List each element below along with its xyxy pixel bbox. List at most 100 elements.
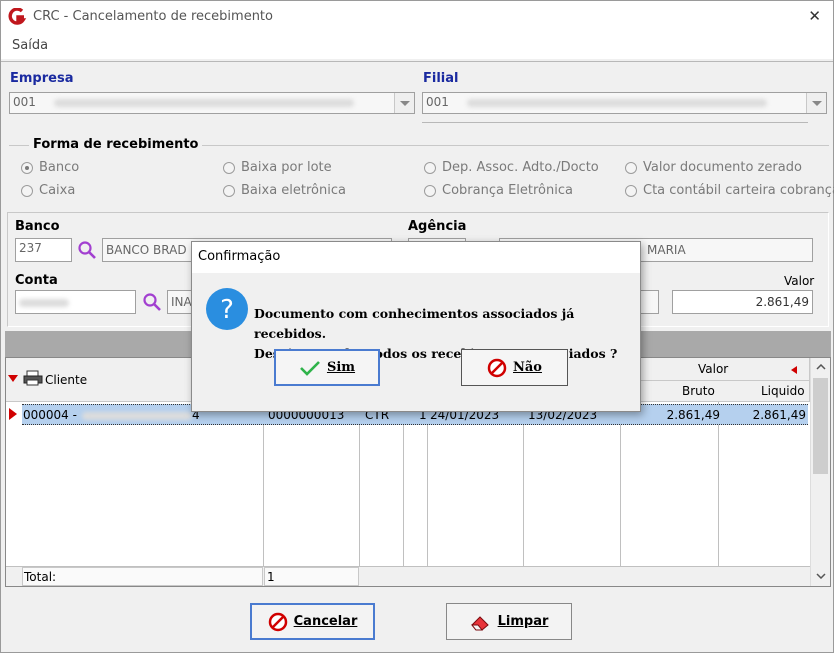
radio-label: Caixa <box>39 183 76 198</box>
radio-label: Cta contábil carteira cobrança <box>643 183 834 198</box>
search-icon[interactable] <box>142 292 162 312</box>
confirmation-dialog: Confirmação ? Documento com conhecimento… <box>191 241 641 412</box>
row-bruto: 2.861,49 <box>666 408 720 422</box>
radio-circle <box>625 161 637 174</box>
empresa-dropdown-button[interactable] <box>394 93 414 113</box>
col-cliente[interactable]: Cliente <box>45 373 87 387</box>
question-icon: ? <box>206 288 248 330</box>
col-sep <box>263 402 264 566</box>
radio-circle <box>625 184 637 197</box>
sim-label: Sim <box>326 360 356 375</box>
radio-label: Cobrança Eletrônica <box>442 183 573 198</box>
redacted-text <box>19 299 69 307</box>
scroll-down-icon[interactable] <box>816 573 826 579</box>
dialog-title: Confirmação <box>192 242 640 273</box>
radio-baixa-por-lote[interactable]: Baixa por lote <box>223 160 332 175</box>
radio-valor-zerado[interactable]: Valor documento zerado <box>625 160 802 175</box>
close-icon[interactable]: ✕ <box>808 7 821 25</box>
printer-icon[interactable] <box>23 370 43 386</box>
divider <box>422 122 808 123</box>
total-count: 1 <box>267 570 275 584</box>
radio-circle <box>424 161 436 174</box>
search-icon[interactable] <box>77 240 97 260</box>
valor-field[interactable]: 2.861,49 <box>672 290 813 314</box>
conta-input[interactable] <box>15 290 136 314</box>
radio-label: Baixa por lote <box>241 160 332 175</box>
cancelar-button[interactable]: Cancelar <box>250 603 375 640</box>
radio-baixa-eletronica[interactable]: Baixa eletrônica <box>223 183 346 198</box>
scroll-up-icon[interactable] <box>816 364 826 370</box>
eraser-icon <box>470 615 489 630</box>
nao-button[interactable]: Não <box>461 349 568 386</box>
radio-label: Baixa eletrônica <box>241 183 346 198</box>
vertical-scrollbar[interactable] <box>810 358 830 586</box>
app-logo-icon <box>8 8 27 25</box>
menu-bar: Saída <box>1 33 833 59</box>
redacted-text <box>53 98 354 107</box>
title-bar: CRC - Cancelamento de recebimento ✕ <box>1 1 833 33</box>
cancel-icon <box>268 612 287 631</box>
radio-label: Banco <box>39 160 80 175</box>
row-liquido: 2.861,49 <box>752 408 806 422</box>
col-sep <box>359 402 360 566</box>
banco-label: Banco <box>15 219 60 234</box>
nao-label: Não <box>513 360 542 375</box>
chevron-down-icon <box>399 100 410 106</box>
col-valor: Valor <box>698 362 729 376</box>
cancelar-label: Cancelar <box>293 614 358 629</box>
radio-label: Dep. Assoc. Adto./Docto <box>442 160 599 175</box>
total-count-cell <box>264 567 359 586</box>
empresa-value: 001 <box>13 95 36 109</box>
empresa-combo[interactable]: 001 <box>9 92 415 114</box>
col-liquido[interactable]: Liquido <box>761 384 805 398</box>
filial-dropdown-button[interactable] <box>806 93 826 113</box>
menu-item-saida[interactable]: Saída <box>12 38 48 53</box>
collapse-left-icon[interactable] <box>791 366 797 374</box>
chevron-down-icon <box>811 100 822 106</box>
limpar-label: Limpar <box>497 614 549 629</box>
col-sep <box>718 402 719 566</box>
window-title: CRC - Cancelamento de recebimento <box>33 9 273 24</box>
radio-label: Valor documento zerado <box>643 160 802 175</box>
banco-code-input[interactable]: 237 <box>15 238 72 262</box>
col-sep <box>620 402 621 566</box>
total-label: Total: <box>24 570 57 584</box>
filial-value: 001 <box>426 95 449 109</box>
radio-banco[interactable]: Banco <box>21 160 79 175</box>
svg-text:?: ? <box>220 295 234 325</box>
sim-button[interactable]: Sim <box>274 349 380 386</box>
filial-label: Filial <box>423 71 459 86</box>
col-bruto[interactable]: Bruto <box>682 384 715 398</box>
radio-cobranca-eletronica[interactable]: Cobrança Eletrônica <box>424 183 573 198</box>
scrollbar-thumb[interactable] <box>813 378 828 474</box>
radio-caixa[interactable]: Caixa <box>21 183 75 198</box>
agencia-label: Agência <box>408 219 467 234</box>
radio-circle <box>223 161 235 174</box>
header-divider <box>620 380 810 381</box>
forma-label: Forma de recebimento <box>29 137 203 152</box>
radio-circle <box>424 184 436 197</box>
row-cliente: 000004 - <box>23 408 77 422</box>
radio-dep-assoc[interactable]: Dep. Assoc. Adto./Docto <box>424 160 599 175</box>
col-sep <box>523 402 524 566</box>
redacted-text <box>82 412 192 420</box>
redacted-text <box>466 98 767 107</box>
valor-label: Valor <box>784 274 815 288</box>
check-icon <box>300 360 320 376</box>
divider <box>1 61 833 62</box>
cancel-icon <box>487 358 507 377</box>
col-sep <box>403 402 404 566</box>
dialog-line-1: Documento com conhecimentos associados j… <box>254 306 575 341</box>
filial-combo[interactable]: 001 <box>422 92 827 114</box>
col-sep <box>427 402 428 566</box>
limpar-button[interactable]: Limpar <box>446 603 572 640</box>
sort-down-icon[interactable] <box>8 375 18 383</box>
radio-cta-contabil[interactable]: Cta contábil carteira cobrança <box>625 183 834 198</box>
radio-circle <box>21 161 33 174</box>
total-cell <box>22 567 263 586</box>
radio-circle <box>21 184 33 197</box>
radio-circle <box>223 184 235 197</box>
empresa-label: Empresa <box>10 71 74 86</box>
current-row-marker-icon <box>9 408 17 420</box>
conta-label: Conta <box>15 273 58 288</box>
